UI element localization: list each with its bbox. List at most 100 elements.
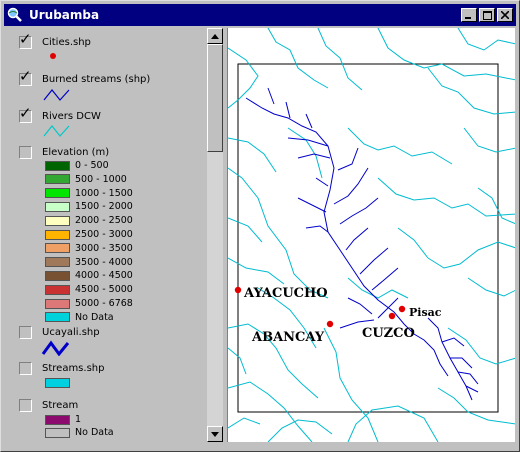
city-point-cuzco[interactable] <box>388 312 396 320</box>
elevation-legend-swatch <box>45 188 70 199</box>
stream-legend-swatch <box>45 414 70 425</box>
river-segment <box>228 167 329 299</box>
burned-stream-line-symbol <box>43 89 70 101</box>
burned-stream-segment <box>371 267 399 291</box>
layer-cities[interactable]: ✓ Cities.shp <box>19 32 91 49</box>
river-segment <box>377 28 515 81</box>
magnifier-globe-icon <box>7 7 23 23</box>
minimize-button[interactable] <box>461 8 477 22</box>
burned-streams-layer <box>245 87 479 401</box>
layer-checkbox-cities[interactable]: ✓ <box>19 32 32 49</box>
city-point-abancay[interactable] <box>326 320 334 328</box>
elevation-legend-swatch <box>45 174 70 185</box>
title-bar[interactable]: Urubamba <box>4 4 516 26</box>
maximize-button[interactable] <box>479 8 495 22</box>
elevation-legend-item: 1500 - 2000 <box>45 201 133 212</box>
table-of-contents: ✓ Cities.shp ✓ Burned streams (shp) ✓ Ri… <box>5 28 207 442</box>
river-segment <box>228 417 261 429</box>
layer-streams-shp[interactable]: Streams.shp <box>19 362 104 375</box>
ucayali-line-symbol <box>41 340 70 356</box>
river-segment <box>467 277 515 297</box>
elevation-legend-swatch <box>45 298 70 309</box>
burned-stream-segment <box>267 87 275 105</box>
river-segment <box>228 257 285 285</box>
city-point-symbol <box>50 53 56 59</box>
layer-checkbox-rivers-dcw[interactable]: ✓ <box>19 106 32 123</box>
elevation-legend-swatch <box>45 229 70 240</box>
arrow-down-icon <box>211 431 219 437</box>
layer-checkbox-elevation[interactable] <box>19 146 32 159</box>
streams-fill-symbol <box>45 378 70 388</box>
river-segment <box>347 277 409 299</box>
elevation-legend-item: 0 - 500 <box>45 160 109 171</box>
elevation-legend-item: No Data <box>45 312 114 323</box>
river-segment <box>228 217 263 243</box>
layer-ucayali[interactable]: Ucayali.shp <box>19 326 100 339</box>
window-title: Urubamba <box>29 8 100 22</box>
city-label-abancay: ABANCAY <box>252 330 325 345</box>
elevation-legend-swatch <box>45 201 70 212</box>
layer-stream[interactable]: Stream <box>19 399 78 412</box>
river-segment <box>457 28 515 51</box>
elevation-legend-label: 3000 - 3500 <box>75 242 133 254</box>
arrow-up-icon <box>211 33 219 39</box>
stream-legend-label: No Data <box>75 427 114 438</box>
river-segment <box>228 347 247 375</box>
elevation-legend-item: 4500 - 5000 <box>45 284 133 295</box>
city-label-cuzco: CUZCO <box>362 326 415 341</box>
layer-checkbox-streams-shp[interactable] <box>19 362 32 375</box>
elevation-legend-item: 2000 - 2500 <box>45 215 133 226</box>
river-segment <box>377 177 515 217</box>
elevation-legend-label: 4000 - 4500 <box>75 270 133 282</box>
layer-checkbox-stream[interactable] <box>19 399 32 412</box>
close-button[interactable] <box>497 8 513 22</box>
elevation-legend-item: 2500 - 3000 <box>45 229 133 240</box>
layer-checkbox-ucayali[interactable] <box>19 326 32 339</box>
elevation-legend-label: 1500 - 2000 <box>75 201 133 213</box>
layer-checkbox-burned-streams[interactable]: ✓ <box>19 69 32 86</box>
river-segment <box>267 419 333 442</box>
layer-name-cities: Cities.shp <box>42 37 91 48</box>
layer-name-burned-streams: Burned streams (shp) <box>42 74 151 85</box>
city-point-pisac[interactable] <box>398 305 406 313</box>
close-icon <box>501 11 509 19</box>
burned-stream-segment <box>285 101 291 119</box>
burned-stream-segment <box>297 197 327 213</box>
scroll-thumb[interactable] <box>207 44 223 152</box>
elevation-legend-label: 4500 - 5000 <box>75 284 133 296</box>
elevation-legend-swatch <box>45 257 70 268</box>
scroll-down-button[interactable] <box>207 426 223 442</box>
elevation-legend-item: 1000 - 1500 <box>45 188 133 199</box>
city-label-pisac: Pisac <box>409 306 442 319</box>
river-segment <box>397 227 429 259</box>
elevation-legend-item: 5000 - 6768 <box>45 298 133 309</box>
elevation-legend-item: 3500 - 4000 <box>45 257 133 268</box>
elevation-legend-label: 2000 - 2500 <box>75 215 133 227</box>
elevation-legend-swatch <box>45 215 70 226</box>
layer-rivers-dcw[interactable]: ✓ Rivers DCW <box>19 106 101 123</box>
river-segment <box>267 28 329 89</box>
stream-legend-label: 1 <box>75 414 82 425</box>
city-point-ayacucho[interactable] <box>234 286 242 294</box>
elevation-legend-swatch <box>45 312 70 323</box>
burned-stream-segment <box>315 177 329 187</box>
elevation-legend-item: 4000 - 4500 <box>45 270 133 281</box>
layer-name-elevation: Elevation (m) <box>42 147 110 158</box>
river-segment <box>323 327 379 442</box>
city-label-ayacucho: AYACUCHO <box>244 286 328 301</box>
river-segment <box>463 127 515 153</box>
layer-elevation[interactable]: Elevation (m) <box>19 146 109 159</box>
layer-burned-streams[interactable]: ✓ Burned streams (shp) <box>19 69 151 86</box>
map-view[interactable]: AYACUCHO ABANCAY CUZCO Pisac <box>227 28 515 442</box>
rivers-dcw-layer <box>228 28 515 442</box>
elevation-legend-label: 3500 - 4000 <box>75 256 133 268</box>
elevation-legend-swatch <box>45 160 70 171</box>
elevation-legend-label: 0 - 500 <box>75 160 109 171</box>
river-segment <box>228 137 277 173</box>
elevation-legend-label: 1000 - 1500 <box>75 187 133 199</box>
map-canvas[interactable] <box>228 28 515 442</box>
scroll-up-button[interactable] <box>207 28 223 44</box>
burned-stream-segment <box>359 247 389 275</box>
layer-name-streams-shp: Streams.shp <box>42 363 105 374</box>
toc-scrollbar[interactable] <box>207 28 223 442</box>
